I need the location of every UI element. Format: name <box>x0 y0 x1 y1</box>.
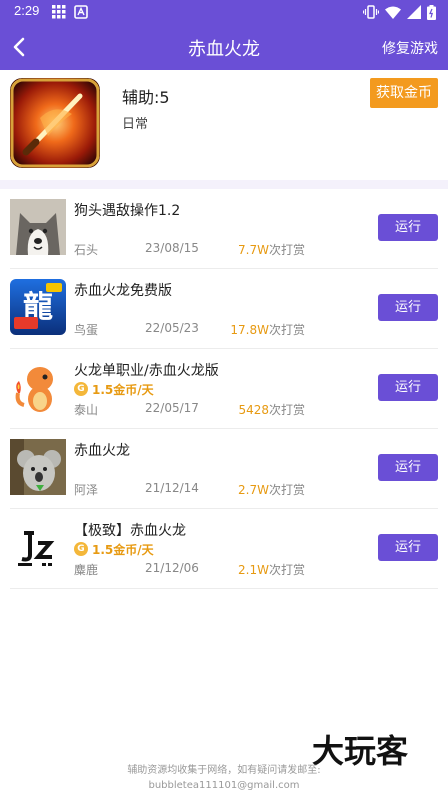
script-author: 麋鹿 <box>74 563 99 577</box>
helper-count: 辅助:5 <box>122 88 170 107</box>
list-item[interactable]: 【极致】赤血火龙 G 1.5金币/天 麋鹿 21/12/06 2.1W次打赏 运… <box>0 509 448 589</box>
status-bar: 2:29 <box>0 0 448 24</box>
footer-line-1: 辅助资源均收集于网络，如有疑问请发邮至: <box>127 765 321 776</box>
tip-suffix: 次打赏 <box>268 323 305 337</box>
jz-logo-icon <box>10 519 66 575</box>
tip-number: 7.7W <box>238 243 269 257</box>
tip-number: 17.8W <box>230 323 269 337</box>
list-item[interactable]: 赤血火龙 阿泽 21/12/14 2.7W次打赏 运行 <box>0 429 448 509</box>
script-price: G 1.5金币/天 <box>74 381 154 397</box>
get-coins-button[interactable]: 获取金币 <box>370 78 438 108</box>
repair-game-button[interactable]: 修复游戏 <box>382 38 438 58</box>
script-author: 石头 <box>74 243 99 257</box>
run-button[interactable]: 运行 <box>378 534 438 561</box>
coin-icon: G <box>74 382 88 396</box>
game-cover-icon <box>10 78 100 168</box>
game-header: 辅助:5 日常 获取金币 <box>0 70 448 180</box>
script-name: 【极致】赤血火龙 <box>74 523 186 539</box>
tip-count: 2.1W次打赏 <box>238 561 305 578</box>
tip-count: 7.7W次打赏 <box>238 241 305 258</box>
footer-email[interactable]: bubbletea111101@gmail.com <box>0 778 448 793</box>
vibrate-icon <box>363 5 379 19</box>
coin-icon: G <box>74 542 88 556</box>
script-date: 21/12/06 <box>145 561 199 575</box>
script-name: 狗头遇敌操作1.2 <box>74 203 181 219</box>
footer-disclaimer: 辅助资源均收集于网络，如有疑问请发邮至: bubbletea111101@gma… <box>0 763 448 793</box>
run-button[interactable]: 运行 <box>378 294 438 321</box>
script-date: 21/12/14 <box>145 481 199 495</box>
run-button[interactable]: 运行 <box>378 374 438 401</box>
status-time: 2:29 <box>14 3 40 18</box>
script-name: 火龙单职业/赤血火龙版 <box>74 363 219 379</box>
tip-count: 5428次打赏 <box>238 401 305 418</box>
koala-icon <box>10 439 66 495</box>
wifi-icon <box>385 6 401 19</box>
script-price: G 1.5金币/天 <box>74 541 154 557</box>
grid-icon <box>52 5 66 19</box>
signal-icon <box>407 5 421 19</box>
script-name: 赤血火龙 <box>74 443 130 459</box>
list-item[interactable]: 狗头遇敌操作1.2 石头 23/08/15 7.7W次打赏 运行 <box>0 189 448 269</box>
tip-count: 2.7W次打赏 <box>238 481 305 498</box>
page-title: 赤血火龙 <box>188 39 260 60</box>
tip-number: 2.1W <box>238 563 269 577</box>
script-date: 23/08/15 <box>145 241 199 255</box>
run-button[interactable]: 运行 <box>378 214 438 241</box>
tip-number: 5428 <box>238 403 269 417</box>
section-divider <box>0 180 448 189</box>
app-bar: 赤血火龙 修复游戏 <box>0 24 448 70</box>
script-name: 赤血火龙免费版 <box>74 283 172 299</box>
script-author: 泰山 <box>74 403 99 417</box>
script-author: 鸟蛋 <box>74 323 99 337</box>
price-label: 1.5金币/天 <box>92 382 154 397</box>
tip-number: 2.7W <box>238 483 269 497</box>
tip-suffix: 次打赏 <box>268 483 305 497</box>
charmander-icon <box>10 359 66 415</box>
script-author: 阿泽 <box>74 483 99 497</box>
battery-icon <box>427 4 436 20</box>
husky-icon <box>10 199 66 255</box>
script-list: 狗头遇敌操作1.2 石头 23/08/15 7.7W次打赏 运行 龍 赤血火龙免… <box>0 189 448 589</box>
price-label: 1.5金币/天 <box>92 542 154 557</box>
tip-suffix: 次打赏 <box>268 243 305 257</box>
row-divider <box>10 588 438 589</box>
notification-app-icon <box>74 5 88 19</box>
tip-count: 17.8W次打赏 <box>230 321 305 338</box>
game-category: 日常 <box>122 117 149 132</box>
script-date: 22/05/17 <box>145 401 199 415</box>
dragon-logo-icon: 龍 <box>10 279 66 335</box>
status-icons <box>363 4 436 20</box>
run-button[interactable]: 运行 <box>378 454 438 481</box>
tip-suffix: 次打赏 <box>268 403 305 417</box>
script-date: 22/05/23 <box>145 321 199 335</box>
list-item[interactable]: 龍 赤血火龙免费版 鸟蛋 22/05/23 17.8W次打赏 运行 <box>0 269 448 349</box>
list-item[interactable]: 火龙单职业/赤血火龙版 G 1.5金币/天 泰山 22/05/17 5428次打… <box>0 349 448 429</box>
tip-suffix: 次打赏 <box>268 563 305 577</box>
